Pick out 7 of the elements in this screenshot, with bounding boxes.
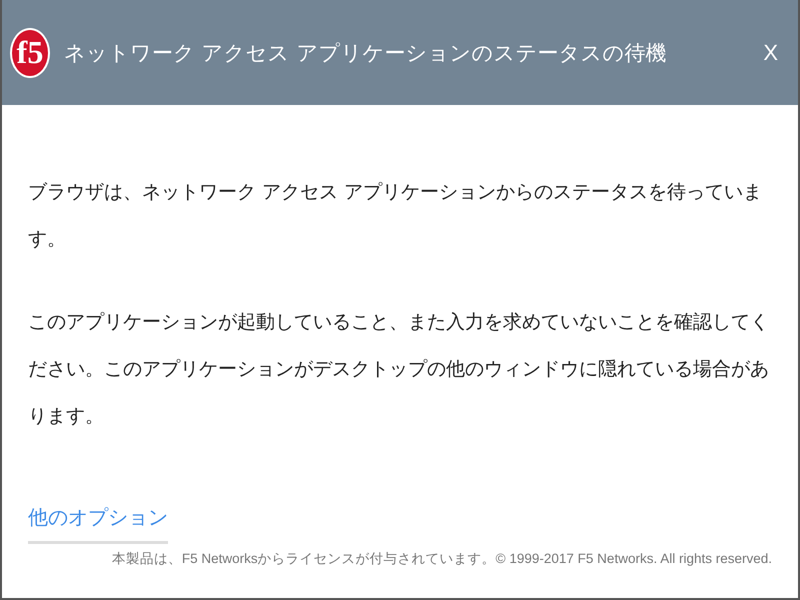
message-text: このアプリケーションが起動していること、また入力を求めていないことを確認してください。このアプリケーションがデスクトップの他のウィンドウに隠れている場合があります。 <box>28 310 770 429</box>
close-button[interactable]: X <box>757 36 784 70</box>
message-text: ブラウザは、ネットワーク アクセス アプリケーションからのステータスを待っています。 <box>28 180 764 252</box>
copyright-text: 本製品は、F5 Networksからライセンスが付与されています。© 1999-2017 F5 Networks. All rights reserved. <box>110 550 773 568</box>
window-title: ネットワーク アクセス アプリケーションのステータスの待機 <box>64 40 668 66</box>
logo: f5 <box>10 28 50 78</box>
more-options-link[interactable]: 他のオプション <box>28 504 168 544</box>
